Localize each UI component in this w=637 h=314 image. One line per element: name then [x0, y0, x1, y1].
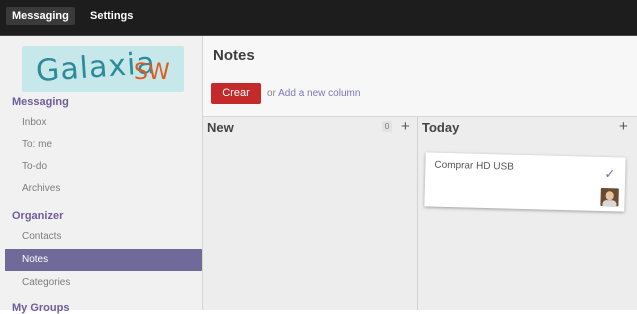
sidebar-item-archives[interactable]: Archives [22, 183, 60, 194]
check-icon[interactable]: ✓ [604, 166, 615, 182]
note-card[interactable]: Comprar HD USB ✓ [424, 152, 626, 212]
main-panel: Notes Crear or Add a new column New 0 + … [203, 36, 637, 310]
add-column-link[interactable]: Add a new column [278, 88, 360, 99]
sidebar-item-notes-label: Notes [22, 254, 49, 265]
sidebar-item-contacts[interactable]: Contacts [22, 231, 61, 242]
sidebar-section-messaging[interactable]: Messaging [12, 96, 69, 108]
add-column-or: or [267, 88, 276, 99]
avatar [600, 187, 619, 207]
create-button[interactable]: Crear [211, 83, 261, 104]
column-new-add-icon[interactable]: + [401, 118, 410, 135]
menu-messaging[interactable]: Messaging [6, 7, 75, 25]
page-header: Notes Crear or Add a new column [203, 36, 637, 117]
company-logo[interactable]: Galaxia SW [22, 46, 184, 92]
avatar-face [605, 191, 614, 201]
top-menu-bar: Messaging Settings [0, 0, 637, 36]
column-today-add-icon[interactable]: + [619, 118, 628, 135]
sidebar-item-to-do[interactable]: To-do [22, 161, 47, 172]
column-new: New 0 + [203, 117, 418, 310]
sidebar-item-to-me[interactable]: To: me [22, 139, 52, 150]
logo-sub-text: SW [134, 60, 170, 85]
sidebar-section-organizer[interactable]: Organizer [12, 210, 63, 222]
sidebar: Galaxia SW Messaging Inbox To: me To-do … [0, 36, 203, 314]
menu-settings[interactable]: Settings [90, 10, 133, 22]
column-today-title: Today [422, 120, 460, 135]
add-column-area: or Add a new column [267, 88, 360, 99]
sidebar-section-my-groups[interactable]: My Groups [12, 302, 69, 314]
sidebar-item-categories[interactable]: Categories [22, 277, 70, 288]
column-new-count: 0 [382, 121, 392, 132]
avatar-shirt [602, 200, 617, 207]
note-text: Comprar HD USB [434, 159, 514, 173]
column-new-title: New [207, 120, 234, 135]
sidebar-item-notes[interactable]: Notes [5, 249, 202, 271]
column-today: Today + Comprar HD USB ✓ [418, 117, 637, 310]
sidebar-item-inbox[interactable]: Inbox [22, 117, 46, 128]
page-title: Notes [213, 47, 255, 64]
